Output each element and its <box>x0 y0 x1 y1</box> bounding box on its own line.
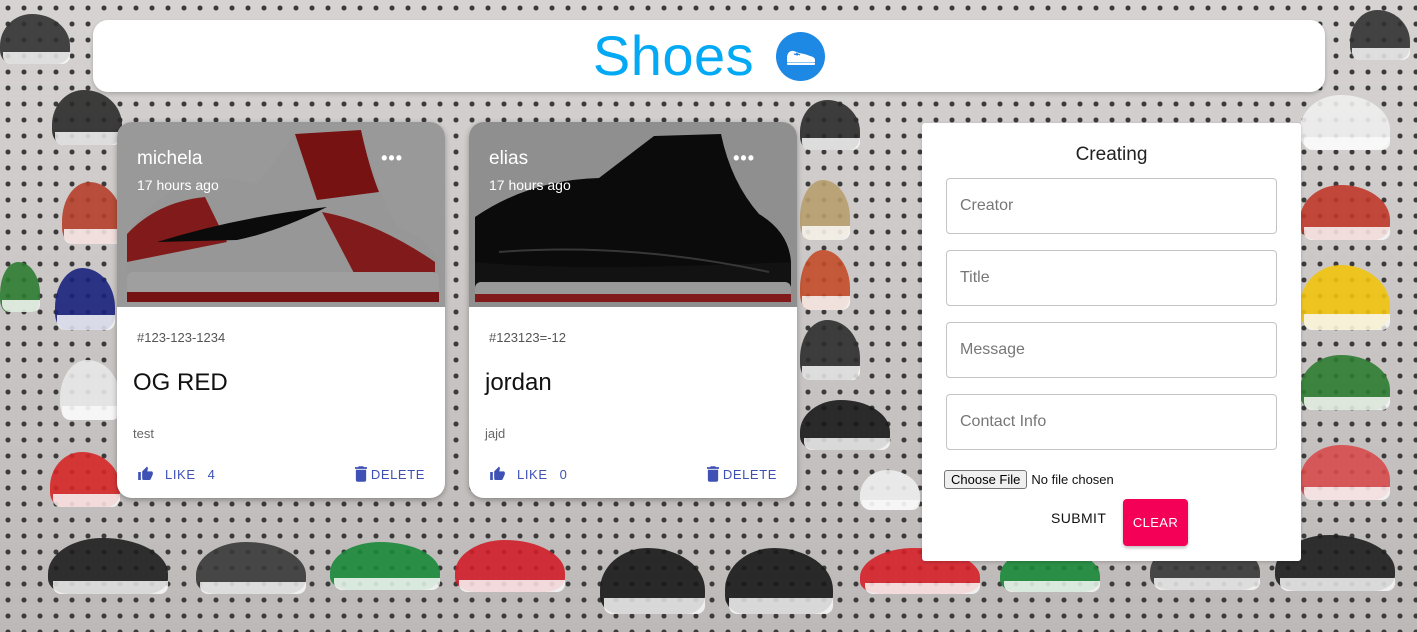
post-title: jordan <box>485 369 552 396</box>
wall-shoe <box>725 548 834 614</box>
shoe-icon <box>776 31 826 81</box>
more-options-icon[interactable]: ••• <box>381 148 403 169</box>
clear-button[interactable]: CLEAR <box>1123 499 1188 546</box>
delete-label: DELETE <box>722 466 777 482</box>
file-upload: Choose File No file chosen <box>944 470 1114 489</box>
submit-button[interactable]: SUBMIT <box>1042 500 1115 536</box>
creator-input[interactable] <box>946 178 1277 234</box>
file-status: No file chosen <box>1031 472 1114 487</box>
post-tags: #123-123-1234 <box>137 330 226 345</box>
wall-shoe <box>1300 355 1390 410</box>
post-message: test <box>133 426 154 441</box>
message-input[interactable] <box>946 322 1277 378</box>
like-button[interactable]: LIKE 0 <box>489 466 567 482</box>
wall-shoe <box>860 470 921 510</box>
wall-shoe <box>455 540 565 592</box>
post-card: michela 17 hours ago ••• #123-123-1234 O… <box>117 122 445 498</box>
thumb-up-icon <box>490 466 505 480</box>
like-label: LIKE <box>165 466 196 482</box>
wall-shoe <box>800 100 861 150</box>
wall-shoe <box>800 250 850 310</box>
delete-label: DELETE <box>370 466 425 482</box>
like-button[interactable]: LIKE 4 <box>137 466 215 482</box>
post-tags: #123123=-12 <box>489 330 566 345</box>
wall-shoe <box>52 90 122 145</box>
choose-file-button[interactable]: Choose File <box>944 470 1028 489</box>
like-label: LIKE <box>517 466 548 482</box>
wall-shoe <box>1350 10 1411 60</box>
trash-icon <box>354 466 367 482</box>
wall-shoe <box>196 542 306 594</box>
wall-shoe <box>55 268 116 330</box>
post-actions: LIKE 0 DELETE <box>489 464 777 484</box>
delete-button[interactable]: DELETE <box>706 466 777 482</box>
wall-shoe <box>1300 95 1390 150</box>
post-timestamp: 17 hours ago <box>489 177 571 193</box>
post-creator: michela <box>137 148 203 169</box>
wall-shoe <box>330 542 440 590</box>
wall-shoe <box>800 320 861 380</box>
contact-info-input[interactable] <box>946 394 1277 450</box>
post-image: elias 17 hours ago ••• <box>469 122 797 307</box>
post-message: jajd <box>485 426 506 441</box>
wall-shoe <box>1300 265 1390 330</box>
wall-shoe <box>1300 185 1390 240</box>
wall-shoe <box>0 14 70 64</box>
wall-shoe <box>800 400 890 450</box>
like-count: 4 <box>207 466 216 482</box>
thumb-up-icon <box>138 466 153 480</box>
more-options-icon[interactable]: ••• <box>733 148 755 169</box>
wall-shoe <box>62 182 123 244</box>
post-timestamp: 17 hours ago <box>137 177 219 193</box>
trash-icon <box>706 466 719 482</box>
wall-shoe <box>800 180 850 240</box>
wall-shoe <box>0 262 40 312</box>
post-card: elias 17 hours ago ••• #123123=-12 jorda… <box>469 122 797 498</box>
create-post-form: Creating Choose File No file chosen SUBM… <box>922 123 1301 561</box>
wall-shoe <box>600 548 705 614</box>
post-actions: LIKE 4 DELETE <box>137 464 425 484</box>
wall-shoe <box>1300 445 1390 500</box>
app-title: Shoes <box>592 24 755 87</box>
post-creator: elias <box>489 148 529 169</box>
post-image: michela 17 hours ago ••• <box>117 122 445 307</box>
form-heading: Creating <box>1075 144 1148 165</box>
wall-shoe <box>48 538 168 594</box>
like-count: 0 <box>559 466 568 482</box>
app-bar: Shoes <box>93 20 1325 92</box>
delete-button[interactable]: DELETE <box>354 466 425 482</box>
post-title: OG RED <box>133 369 228 396</box>
wall-shoe <box>60 360 121 420</box>
wall-shoe <box>50 452 120 507</box>
title-input[interactable] <box>946 250 1277 306</box>
